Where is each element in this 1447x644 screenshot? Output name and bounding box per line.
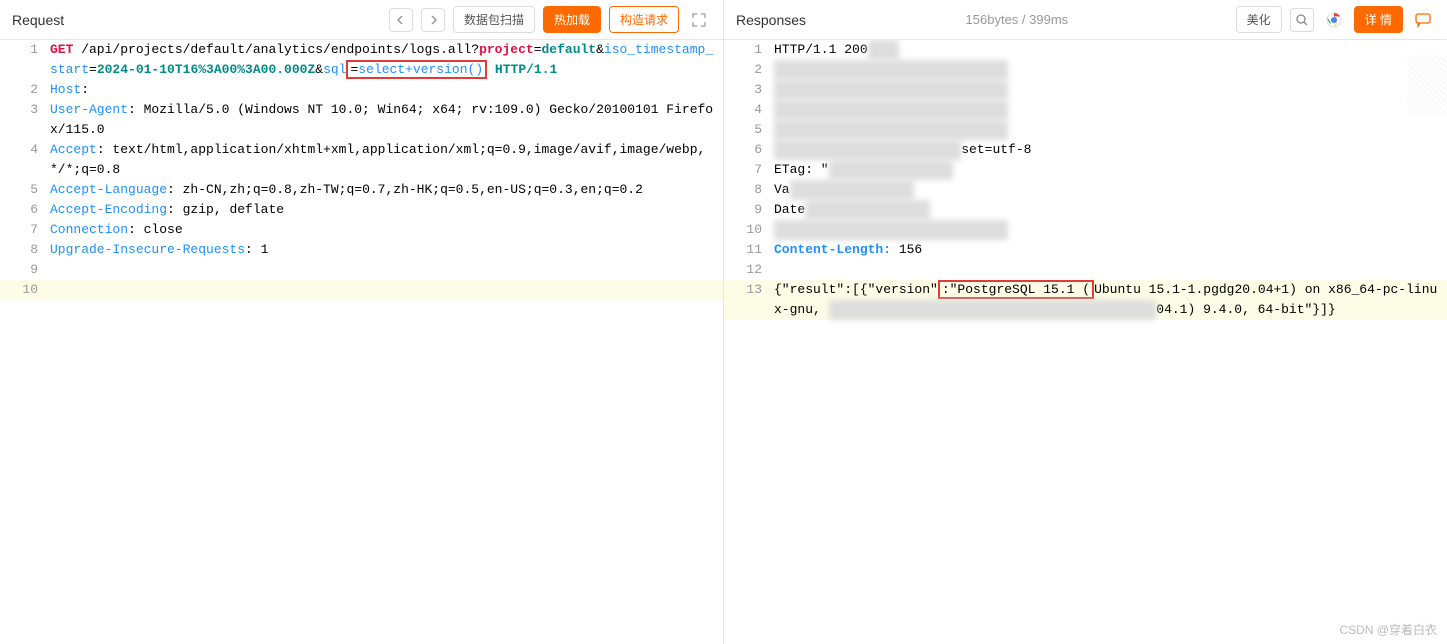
request-title: Request [12,12,64,28]
line-content[interactable]: XXXXXXXXXXXXXXXXXXXXXXXXXXXXXX [774,80,1447,100]
code-line[interactable]: 7Connection: close [0,220,723,240]
line-number: 4 [724,100,774,120]
chrome-button[interactable] [1322,8,1346,32]
line-number: 2 [0,80,50,100]
watermark-corner [1407,55,1447,115]
line-content[interactable]: DateXXXXXXXXXXXXXXXX [774,200,1447,220]
line-content[interactable]: Content-Length: 156 [774,240,1447,260]
line-number: 6 [724,140,774,160]
code-line[interactable]: 1HTTP/1.1 200XXXX [724,40,1447,60]
hot-reload-button[interactable]: 热加载 [543,6,601,33]
line-number: 4 [0,140,50,180]
scan-button[interactable]: 数据包扫描 [453,6,535,33]
line-content[interactable]: HTTP/1.1 200XXXX [774,40,1447,60]
chevron-left-icon [396,15,406,25]
line-number: 9 [0,260,50,280]
request-pane: Request 数据包扫描 热加载 构造请求 1GET /api/project… [0,0,724,644]
line-content[interactable]: Upgrade-Insecure-Requests: 1 [50,240,723,260]
comment-icon [1415,12,1431,28]
line-content[interactable]: XXXXXXXXXXXXXXXXXXXXXXXXXXXXXX [774,60,1447,80]
code-line[interactable]: 5Accept-Language: zh-CN,zh;q=0.8,zh-TW;q… [0,180,723,200]
line-content[interactable]: XXXXXXXXXXXXXXXXXXXXXXXXXXXXXX [774,120,1447,140]
line-number: 8 [0,240,50,260]
code-line[interactable]: 2Host: [0,80,723,100]
line-number: 8 [724,180,774,200]
line-content[interactable]: Accept-Language: zh-CN,zh;q=0.8,zh-TW;q=… [50,180,723,200]
code-line[interactable]: 12 [724,260,1447,280]
code-line[interactable]: 5XXXXXXXXXXXXXXXXXXXXXXXXXXXXXX [724,120,1447,140]
construct-request-button[interactable]: 构造请求 [609,6,679,33]
code-line[interactable]: 4Accept: text/html,application/xhtml+xml… [0,140,723,180]
request-header: Request 数据包扫描 热加载 构造请求 [0,0,723,40]
line-content[interactable] [50,260,723,280]
code-line[interactable]: 7ETag: "XXXXXXXXXXXXXXXX [724,160,1447,180]
expand-icon [692,13,706,27]
line-content[interactable]: ETag: "XXXXXXXXXXXXXXXX [774,160,1447,180]
code-line[interactable]: 8Upgrade-Insecure-Requests: 1 [0,240,723,260]
line-number: 10 [0,280,50,300]
line-number: 1 [0,40,50,80]
response-header: Responses 156bytes / 399ms 美化 详 情 [724,0,1447,40]
line-number: 5 [724,120,774,140]
line-content[interactable]: User-Agent: Mozilla/5.0 (Windows NT 10.0… [50,100,723,140]
line-content[interactable]: Accept: text/html,application/xhtml+xml,… [50,140,723,180]
line-content[interactable]: {"result":[{"version":"PostgreSQL 15.1 (… [774,280,1447,320]
line-content[interactable]: Connection: close [50,220,723,240]
request-editor[interactable]: 1GET /api/projects/default/analytics/end… [0,40,723,644]
code-line[interactable]: 3XXXXXXXXXXXXXXXXXXXXXXXXXXXXXX [724,80,1447,100]
line-content[interactable]: XXXXXXXXXXXXXXXXXXXXXXXXXXXXXX [774,100,1447,120]
code-line[interactable]: 2XXXXXXXXXXXXXXXXXXXXXXXXXXXXXX [724,60,1447,80]
line-content[interactable] [50,280,723,300]
response-editor[interactable]: 1HTTP/1.1 200XXXX2XXXXXXXXXXXXXXXXXXXXXX… [724,40,1447,644]
code-line[interactable]: 1GET /api/projects/default/analytics/end… [0,40,723,80]
line-content[interactable]: XXXXXXXXXXXXXXXXXXXXXXXXXXXXXX [774,220,1447,240]
line-number: 10 [724,220,774,240]
line-number: 2 [724,60,774,80]
response-title: Responses [736,12,806,28]
line-content[interactable]: XXXXXXXXXXXXXXXXXXXXXXXXset=utf-8 [774,140,1447,160]
code-line[interactable]: 8VaXXXXXXXXXXXXXXXX [724,180,1447,200]
code-line[interactable]: 10XXXXXXXXXXXXXXXXXXXXXXXXXXXXXX [724,220,1447,240]
code-line[interactable]: 9 [0,260,723,280]
line-number: 7 [0,220,50,240]
code-line[interactable]: 13{"result":[{"version":"PostgreSQL 15.1… [724,280,1447,320]
line-content[interactable]: VaXXXXXXXXXXXXXXXX [774,180,1447,200]
chevron-right-icon [428,15,438,25]
line-content[interactable]: GET /api/projects/default/analytics/endp… [50,40,723,80]
code-line[interactable]: 11Content-Length: 156 [724,240,1447,260]
line-content[interactable]: Accept-Encoding: gzip, deflate [50,200,723,220]
code-line[interactable]: 9DateXXXXXXXXXXXXXXXX [724,200,1447,220]
code-line[interactable]: 6Accept-Encoding: gzip, deflate [0,200,723,220]
comment-button[interactable] [1411,8,1435,32]
response-pane: Responses 156bytes / 399ms 美化 详 情 1HTTP/… [724,0,1447,644]
csdn-watermark: CSDN @穿着白衣 [1339,621,1437,638]
search-icon [1295,13,1309,27]
line-content[interactable]: Host: [50,80,723,100]
line-number: 3 [724,80,774,100]
nav-prev-button[interactable] [389,8,413,32]
code-line[interactable]: 6XXXXXXXXXXXXXXXXXXXXXXXXset=utf-8 [724,140,1447,160]
line-number: 5 [0,180,50,200]
response-meta: 156bytes / 399ms [966,12,1069,27]
nav-next-button[interactable] [421,8,445,32]
line-number: 1 [724,40,774,60]
line-content[interactable] [774,260,1447,280]
line-number: 12 [724,260,774,280]
line-number: 13 [724,280,774,320]
line-number: 7 [724,160,774,180]
line-number: 9 [724,200,774,220]
code-line[interactable]: 3User-Agent: Mozilla/5.0 (Windows NT 10.… [0,100,723,140]
line-number: 11 [724,240,774,260]
line-number: 3 [0,100,50,140]
beautify-button[interactable]: 美化 [1236,6,1282,33]
search-button[interactable] [1290,8,1314,32]
chrome-icon [1326,12,1342,28]
code-line[interactable]: 4XXXXXXXXXXXXXXXXXXXXXXXXXXXXXX [724,100,1447,120]
line-number: 6 [0,200,50,220]
expand-button[interactable] [687,8,711,32]
code-line[interactable]: 10 [0,280,723,300]
detail-button[interactable]: 详 情 [1354,6,1403,33]
